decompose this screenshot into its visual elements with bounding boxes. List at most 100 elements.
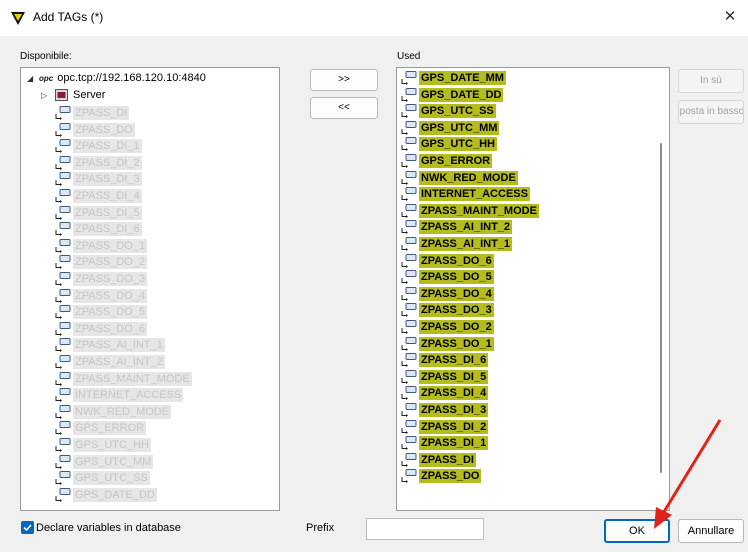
add-tags-dialog: Add TAGs (*) ✕ Disponibile: Used ◢ opc o… [0, 0, 748, 552]
available-tag-row[interactable]: ZPASS_DO_3 [55, 271, 148, 287]
collapsed-caret-icon[interactable]: ▷ [41, 91, 55, 100]
tag-variable-icon [55, 388, 71, 403]
available-tag-row[interactable]: ZPASS_DO_6 [55, 321, 148, 337]
tag-variable-icon [401, 436, 417, 451]
used-tag-row[interactable]: ZPASS_DI_2 [401, 419, 489, 435]
available-tag-row[interactable]: ZPASS_DI_6 [55, 221, 142, 237]
available-tag-row[interactable]: ZPASS_DI_3 [55, 171, 142, 187]
available-tag-row[interactable]: ZPASS_DO_4 [55, 288, 148, 304]
available-tag-row[interactable]: GPS_DATE_DD [55, 487, 157, 503]
tag-variable-icon [401, 286, 417, 301]
tag-variable-icon [401, 452, 417, 467]
used-tag-label: ZPASS_DO_4 [419, 286, 494, 301]
used-tag-row[interactable]: ZPASS_DO_1 [401, 336, 494, 352]
used-tag-label: GPS_DATE_MM [419, 71, 506, 85]
used-tag-row[interactable]: ZPASS_DI_5 [401, 369, 489, 385]
available-tag-row[interactable]: ZPASS_DO_1 [55, 238, 148, 254]
used-tag-row[interactable]: GPS_DATE_DD [401, 87, 504, 103]
tag-variable-icon [55, 139, 71, 154]
used-tag-row[interactable]: ZPASS_AI_INT_1 [401, 236, 513, 252]
used-tag-row[interactable]: ZPASS_DO_5 [401, 269, 494, 285]
used-tag-row[interactable]: ZPASS_DO_6 [401, 253, 494, 269]
used-tag-row[interactable]: ZPASS_DI [401, 452, 476, 468]
used-tag-row[interactable]: ZPASS_DO_4 [401, 286, 494, 302]
tag-variable-icon [401, 71, 417, 85]
available-tag-label: GPS_UTC_MM [73, 454, 154, 469]
remove-selected-button[interactable]: << [310, 97, 378, 119]
tag-variable-icon [55, 238, 71, 253]
available-tag-row[interactable]: ZPASS_MAINT_MODE [55, 371, 192, 387]
tag-variable-icon [401, 187, 417, 202]
available-tags-tree[interactable]: ◢ opc opc.tcp://192.168.120.10:4840 ▷ Se… [20, 67, 280, 511]
available-tag-row[interactable]: ZPASS_DI [55, 105, 130, 121]
tag-variable-icon [401, 203, 417, 218]
used-tag-row[interactable]: INTERNET_ACCESS [401, 186, 530, 202]
declare-variables-checkbox[interactable] [21, 521, 34, 534]
used-tag-row[interactable]: NWK_RED_MODE [401, 170, 518, 186]
available-tag-row[interactable]: NWK_RED_MODE [55, 404, 172, 420]
declare-variables-label: Declare variables in database [36, 522, 181, 534]
prefix-input[interactable] [366, 518, 484, 540]
available-tag-row[interactable]: INTERNET_ACCESS [55, 387, 184, 403]
used-tag-row[interactable]: ZPASS_DI_4 [401, 385, 489, 401]
used-tag-row[interactable]: GPS_ERROR [401, 153, 493, 169]
move-down-button[interactable]: Sposta in basso [678, 100, 744, 124]
available-tag-row[interactable]: ZPASS_AI_INT_2 [55, 354, 165, 370]
used-tag-label: ZPASS_DI [419, 452, 476, 467]
used-tag-row[interactable]: ZPASS_MAINT_MODE [401, 203, 539, 219]
used-tag-label: ZPASS_DO_6 [419, 253, 494, 268]
used-tag-row[interactable]: ZPASS_DI_3 [401, 402, 489, 418]
available-tag-label: ZPASS_MAINT_MODE [73, 371, 192, 386]
used-tag-row[interactable]: GPS_UTC_HH [401, 136, 497, 152]
tree-root-node[interactable]: ◢ opc opc.tcp://192.168.120.10:4840 [27, 70, 206, 86]
used-tag-label: ZPASS_DI_5 [419, 369, 489, 384]
available-tag-row[interactable]: GPS_ERROR [55, 420, 147, 436]
used-tag-label: ZPASS_AI_INT_2 [419, 220, 513, 235]
available-tag-row[interactable]: ZPASS_DO_2 [55, 254, 148, 270]
available-tag-label: INTERNET_ACCESS [73, 388, 184, 403]
used-tag-label: ZPASS_DI_4 [419, 386, 489, 401]
used-tag-label: ZPASS_DI_1 [419, 436, 489, 451]
used-tag-row[interactable]: GPS_DATE_MM [401, 70, 506, 86]
available-tag-row[interactable]: GPS_UTC_MM [55, 454, 154, 470]
available-tag-row[interactable]: ZPASS_AI_INT_1 [55, 337, 165, 353]
used-tag-label: ZPASS_DO_1 [419, 336, 494, 351]
available-tag-row[interactable]: ZPASS_DO [55, 122, 135, 138]
tag-variable-icon [401, 253, 417, 268]
used-tag-row[interactable]: ZPASS_DO_2 [401, 319, 494, 335]
available-tag-row[interactable]: GPS_UTC_SS [55, 470, 150, 486]
available-tag-label: ZPASS_AI_INT_2 [73, 355, 165, 369]
available-tag-label: ZPASS_DO_3 [73, 272, 148, 286]
tree-server-node[interactable]: ▷ Server [41, 87, 105, 103]
used-tag-row[interactable]: GPS_UTC_MM [401, 120, 500, 136]
used-tag-row[interactable]: ZPASS_DO_3 [401, 302, 494, 318]
close-button[interactable]: ✕ [718, 6, 742, 28]
available-tag-row[interactable]: ZPASS_DI_2 [55, 155, 142, 171]
used-tag-row[interactable]: ZPASS_DI_1 [401, 435, 489, 451]
move-up-button[interactable]: In sù [678, 69, 744, 93]
used-tag-label: GPS_UTC_MM [419, 120, 500, 135]
tag-variable-icon [55, 205, 71, 220]
used-tag-row[interactable]: ZPASS_DI_6 [401, 352, 489, 368]
available-tag-label: ZPASS_DI_2 [73, 155, 142, 170]
available-tag-row[interactable]: ZPASS_DI_4 [55, 188, 142, 204]
available-tag-row[interactable]: ZPASS_DI_1 [55, 138, 142, 154]
available-tag-row[interactable]: ZPASS_DO_5 [55, 304, 148, 320]
used-tag-row[interactable]: GPS_UTC_SS [401, 103, 496, 119]
expanded-caret-icon[interactable]: ◢ [27, 74, 39, 83]
used-tags-list[interactable]: GPS_DATE_MM GPS_DATE_DD GPS_UTC_SS GPS_UTC_… [396, 67, 670, 511]
available-tag-label: ZPASS_DI [73, 106, 130, 120]
tag-variable-icon [55, 155, 71, 170]
used-tag-label: ZPASS_MAINT_MODE [419, 203, 539, 218]
used-tag-row[interactable]: ZPASS_AI_INT_2 [401, 219, 513, 235]
add-selected-button[interactable]: >> [310, 69, 378, 91]
available-tag-row[interactable]: GPS_UTC_HH [55, 437, 151, 453]
available-tag-label: ZPASS_DI_1 [73, 139, 142, 154]
available-tag-label: ZPASS_DI_4 [73, 189, 142, 203]
window-title: Add TAGs (*) [33, 10, 104, 24]
available-tag-row[interactable]: ZPASS_DI_5 [55, 205, 142, 221]
annotation-arrow-icon [654, 419, 722, 529]
used-tag-row[interactable]: ZPASS_DO [401, 468, 482, 484]
available-tag-label: GPS_ERROR [73, 421, 147, 436]
tag-variable-icon [401, 87, 417, 102]
